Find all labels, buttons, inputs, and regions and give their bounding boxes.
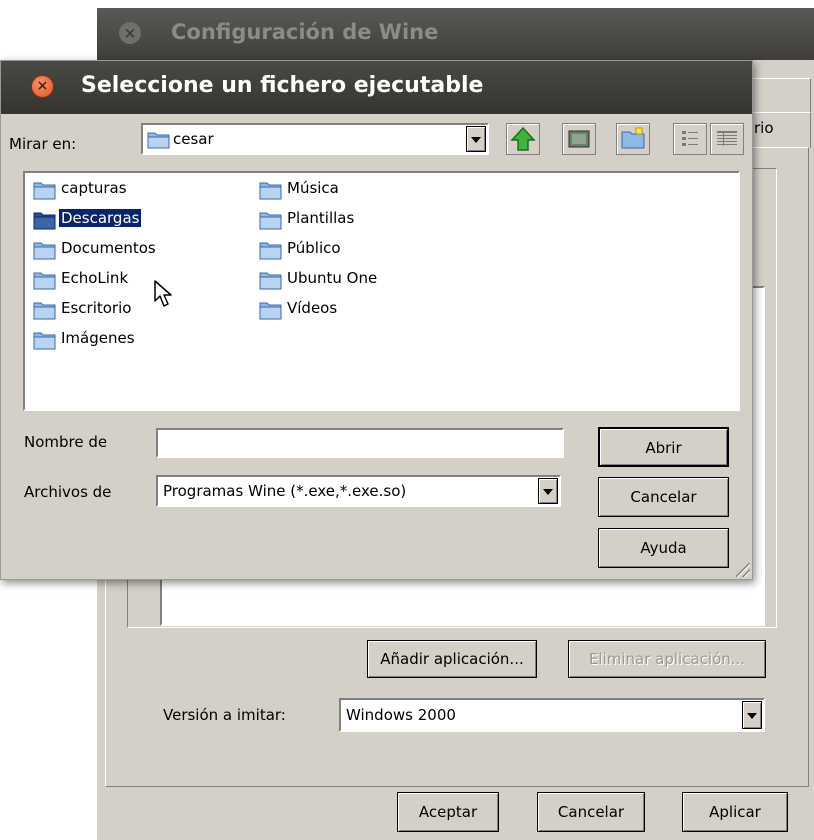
folder-name: Imágenes [61,329,135,347]
ok-button[interactable]: Aceptar [397,792,499,832]
version-select[interactable]: Windows 2000 [339,698,765,732]
folder-name: Vídeos [287,299,338,317]
details-view-icon [717,131,737,146]
chevron-down-icon[interactable] [538,478,558,504]
cancel-button[interactable]: Cancelar [537,792,645,832]
apply-button[interactable]: Aplicar [682,792,788,832]
folder-icon [33,300,57,324]
folder-icon [33,240,57,264]
resize-grip[interactable] [736,563,750,577]
desktop-icon [568,130,590,148]
ok-label: Aceptar [418,803,478,821]
folder-name: Público [287,239,341,257]
help-button[interactable]: Ayuda [598,528,729,568]
chevron-down-icon[interactable] [742,701,762,729]
folder-icon [259,300,283,324]
dialog-cancel-button[interactable]: Cancelar [598,477,729,517]
dialog-title: Seleccione un fichero ejecutable [81,73,484,98]
version-value: Windows 2000 [346,706,456,724]
file-list[interactable]: capturas Descargas Documentos EchoLink Escri… [23,171,740,411]
close-icon[interactable]: × [31,75,54,98]
apply-label: Aplicar [709,803,761,821]
chevron-down-icon[interactable] [466,126,486,152]
mouse-cursor-icon [154,280,172,307]
folder-icon [259,210,283,234]
tab-hidden[interactable] [747,78,811,112]
folder-icon [259,270,283,294]
filename-input[interactable] [156,428,564,458]
filename-label: Nombre de [24,433,108,451]
folder-name: Descargas [57,208,143,228]
folder-icon [259,180,283,204]
add-application-label: Añadir aplicación... [380,650,524,668]
arrow-up-icon [510,126,536,151]
cancel-label: Cancelar [557,803,625,821]
file-chooser-dialog: × Seleccione un fichero ejecutable Mirar… [0,60,753,580]
help-label: Ayuda [640,539,687,557]
dialog-cancel-label: Cancelar [630,488,697,506]
folder-icon [147,132,170,149]
desktop-button[interactable] [562,123,596,155]
folder-icon [33,330,57,354]
folder-icon [33,210,57,234]
folder-icon [259,240,283,264]
folder-icon [33,270,57,294]
wine-config-titlebar[interactable]: × Configuración de Wine [97,8,814,60]
remove-application-label: Eliminar aplicación... [588,650,746,668]
version-label: Versión a imitar: [163,706,286,724]
details-view-button[interactable] [710,123,744,155]
tab-partial[interactable]: rio [747,112,811,148]
folder-name: Plantillas [287,209,355,227]
new-folder-icon [621,127,645,149]
look-in-label: Mirar en: [9,135,77,153]
window-title: Configuración de Wine [171,20,439,44]
filetype-select[interactable]: Programas Wine (*.exe,*.exe.so) [156,475,561,507]
open-label: Abrir [645,439,682,457]
folder-name: Documentos [61,239,156,257]
filetype-value: Programas Wine (*.exe,*.exe.so) [163,482,407,500]
look-in-select[interactable]: cesar [141,123,489,155]
new-folder-button[interactable] [616,123,650,155]
up-folder-button[interactable] [506,123,540,155]
close-icon[interactable]: × [119,22,141,44]
look-in-value: cesar [173,130,214,148]
list-view-button[interactable] [673,123,707,155]
dialog-titlebar[interactable]: × Seleccione un fichero ejecutable [1,61,752,114]
folder-name: Escritorio [61,299,132,317]
tab-partial-label: rio [754,119,774,137]
folder-name: capturas [61,179,127,197]
folder-name: EchoLink [61,269,129,287]
remove-application-button[interactable]: Eliminar aplicación... [568,640,766,678]
filetype-label: Archivos de [24,483,112,501]
folder-name: Ubuntu One [287,269,378,287]
list-view-icon [682,131,698,146]
folder-name: Música [287,179,339,197]
add-application-button[interactable]: Añadir aplicación... [367,640,537,678]
folder-icon [33,180,57,204]
open-button[interactable]: Abrir [598,427,729,467]
